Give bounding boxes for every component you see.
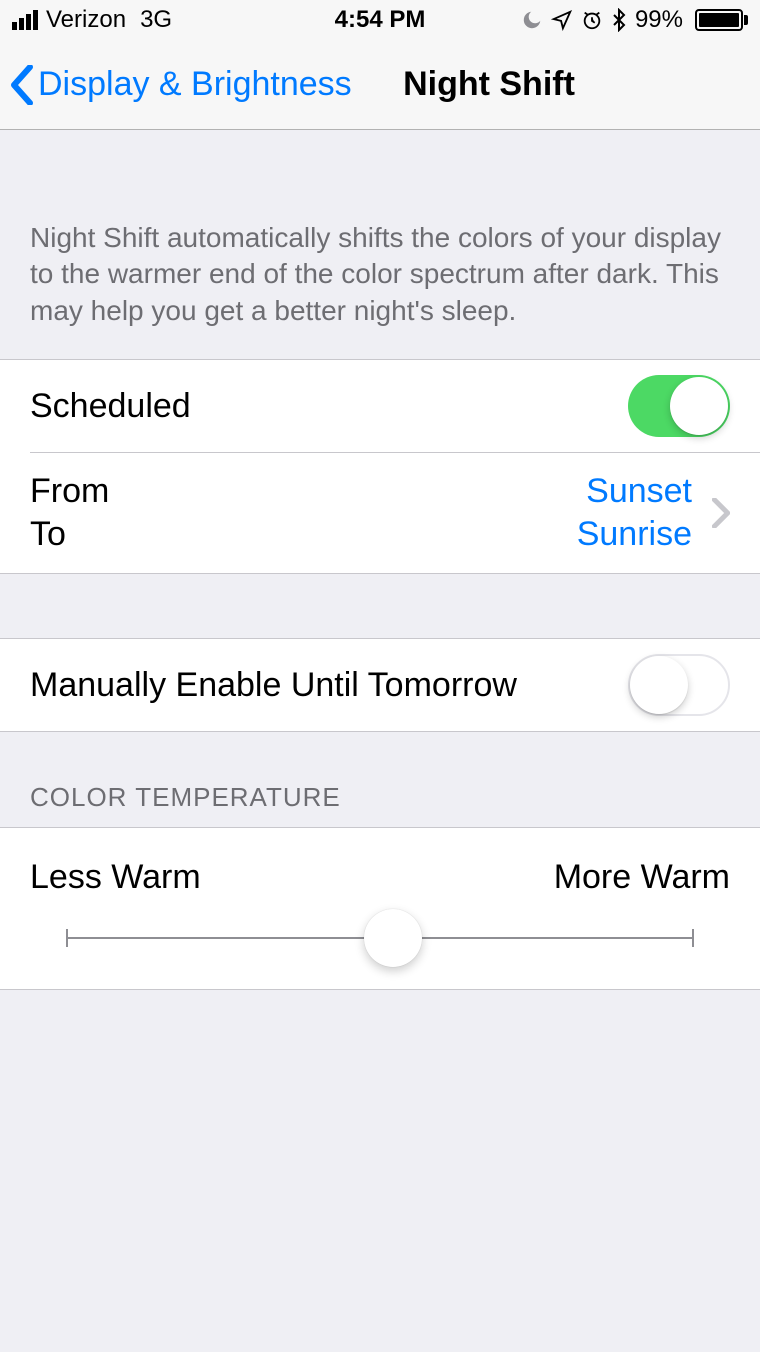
- nav-bar: Display & Brightness Night Shift: [0, 40, 760, 130]
- manual-group: Manually Enable Until Tomorrow: [0, 638, 760, 732]
- to-label: To: [30, 513, 577, 556]
- manual-toggle[interactable]: [628, 654, 730, 716]
- from-label: From: [30, 470, 577, 513]
- color-temperature-header: COLOR TEMPERATURE: [0, 732, 760, 827]
- from-value: Sunset: [577, 470, 692, 513]
- scheduled-group: Scheduled From To Sunset Sunrise: [0, 359, 760, 574]
- description-text: Night Shift automatically shifts the col…: [0, 190, 760, 359]
- moon-icon: [521, 9, 543, 31]
- manual-label: Manually Enable Until Tomorrow: [30, 666, 628, 705]
- back-button[interactable]: Display & Brightness: [10, 65, 352, 105]
- color-temperature-group: Less Warm More Warm: [0, 827, 760, 990]
- location-icon: [551, 9, 573, 31]
- status-bar: Verizon 3G 4:54 PM 99%: [0, 0, 760, 40]
- slider-thumb[interactable]: [364, 909, 422, 967]
- scheduled-toggle[interactable]: [628, 375, 730, 437]
- chevron-right-icon: [712, 498, 730, 528]
- signal-icon: [12, 10, 38, 30]
- less-warm-label: Less Warm: [30, 858, 201, 897]
- back-label: Display & Brightness: [38, 65, 352, 104]
- chevron-left-icon: [10, 65, 34, 105]
- alarm-icon: [581, 9, 603, 31]
- battery-percent: 99%: [635, 6, 683, 34]
- color-temperature-slider[interactable]: [66, 937, 694, 939]
- manual-row: Manually Enable Until Tomorrow: [0, 639, 760, 731]
- carrier-label: Verizon: [46, 6, 126, 34]
- scheduled-row: Scheduled: [0, 360, 760, 452]
- bluetooth-icon: [611, 8, 627, 32]
- more-warm-label: More Warm: [554, 858, 730, 897]
- scheduled-label: Scheduled: [30, 387, 628, 426]
- schedule-range-row[interactable]: From To Sunset Sunrise: [0, 452, 760, 573]
- to-value: Sunrise: [577, 513, 692, 556]
- network-label: 3G: [140, 6, 172, 34]
- battery-icon: [691, 9, 748, 31]
